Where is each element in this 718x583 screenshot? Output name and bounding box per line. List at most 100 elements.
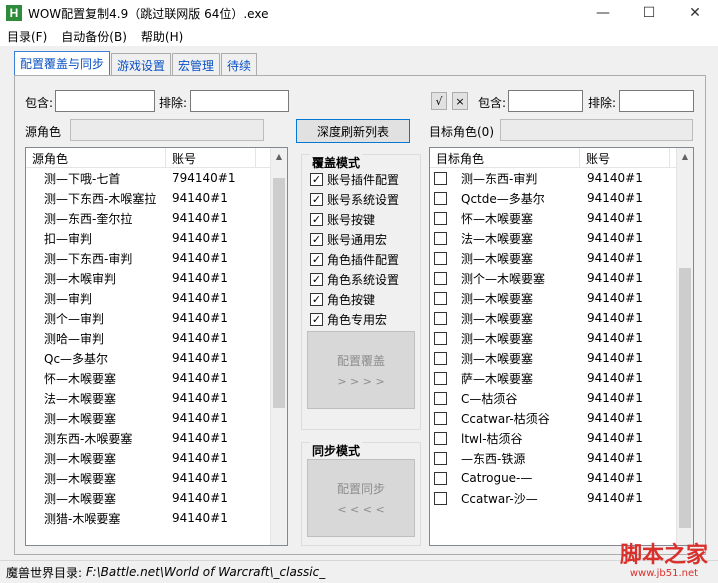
override-option[interactable]: ✓ 角色插件配置 xyxy=(310,251,399,268)
override-option[interactable]: ✓ 账号插件配置 xyxy=(310,171,399,188)
override-option[interactable]: ✓ 账号系统设置 xyxy=(310,191,399,208)
checkbox-icon[interactable]: ✓ xyxy=(310,233,323,246)
checkbox-icon[interactable]: ✓ xyxy=(310,253,323,266)
row-checkbox[interactable] xyxy=(434,271,447,285)
target-role-list[interactable]: 目标角色 账号 测—东西-审判 94140#1 Qctde—多基尔 94140#1 怀—… xyxy=(429,147,694,546)
checkbox-icon[interactable]: ✓ xyxy=(310,313,323,326)
row-checkbox[interactable] xyxy=(434,291,447,305)
table-row[interactable]: 法—木喉要塞 94140#1 xyxy=(430,228,693,248)
table-row[interactable]: Qctde—多基尔 94140#1 xyxy=(430,188,693,208)
table-row[interactable]: 法—木喉要塞 94140#1 xyxy=(26,388,287,408)
row-checkbox[interactable] xyxy=(434,251,447,265)
source-col-role[interactable]: 源角色 xyxy=(26,148,166,167)
deep-refresh-button[interactable]: 深度刷新列表 xyxy=(296,119,410,143)
checkbox-icon[interactable]: ✓ xyxy=(310,193,323,206)
scroll-thumb[interactable] xyxy=(273,178,285,408)
apply-sync-button[interactable]: 配置同步 < < < < xyxy=(307,459,415,537)
row-checkbox[interactable] xyxy=(434,451,447,465)
table-row[interactable]: Catrogue-— 94140#1 xyxy=(430,468,693,488)
row-checkbox[interactable] xyxy=(434,231,447,245)
include-input-right[interactable] xyxy=(508,90,583,112)
target-col-account[interactable]: 账号 xyxy=(580,148,670,167)
scroll-up-icon[interactable]: ▲ xyxy=(271,148,287,165)
row-checkbox[interactable] xyxy=(434,411,447,425)
maximize-icon[interactable]: ☐ xyxy=(626,0,672,26)
table-row[interactable]: 测—下哦-七首 794140#1 xyxy=(26,168,287,188)
table-row[interactable]: 测—木喉要塞 94140#1 xyxy=(26,408,287,428)
clear-all-button[interactable]: × xyxy=(452,92,468,110)
target-col-role[interactable]: 目标角色 xyxy=(430,148,580,167)
minimize-icon[interactable]: — xyxy=(580,0,626,26)
checkbox-icon[interactable]: ✓ xyxy=(310,213,323,226)
override-option[interactable]: ✓ 角色按键 xyxy=(310,291,375,308)
table-row[interactable]: 测—下东西-审判 94140#1 xyxy=(26,248,287,268)
table-row[interactable]: 测猎-木喉要塞 94140#1 xyxy=(26,508,287,528)
row-checkbox[interactable] xyxy=(434,191,447,205)
table-row[interactable]: 测—审判 94140#1 xyxy=(26,288,287,308)
table-row[interactable]: 怀—木喉要塞 94140#1 xyxy=(26,368,287,388)
table-row[interactable]: 怀—木喉要塞 94140#1 xyxy=(430,208,693,228)
row-checkbox[interactable] xyxy=(434,371,447,385)
override-option[interactable]: ✓ 账号通用宏 xyxy=(310,231,387,248)
row-checkbox[interactable] xyxy=(434,211,447,225)
checkbox-icon[interactable]: ✓ xyxy=(310,173,323,186)
table-row[interactable]: 测东西-木喉要塞 94140#1 xyxy=(26,428,287,448)
table-row[interactable]: Ccatwar-枯须谷 94140#1 xyxy=(430,408,693,428)
tab-to-be-continued[interactable]: 待续 xyxy=(221,53,258,75)
target-list-scrollbar[interactable]: ▲ xyxy=(676,148,693,545)
table-row[interactable]: 测—木喉要塞 94140#1 xyxy=(430,328,693,348)
tab-override-sync[interactable]: 配置覆盖与同步 xyxy=(14,51,111,75)
source-role-list[interactable]: 源角色 账号 测—下哦-七首 794140#1 测—下东西-木喉塞拉 94140#1 测… xyxy=(25,147,288,546)
row-checkbox[interactable] xyxy=(434,171,447,185)
table-row[interactable]: 测—下东西-木喉塞拉 94140#1 xyxy=(26,188,287,208)
table-row[interactable]: ltwl-枯须谷 94140#1 xyxy=(430,428,693,448)
menu-help[interactable]: 帮助(H) xyxy=(134,28,190,45)
tab-macro-management[interactable]: 宏管理 xyxy=(172,53,221,75)
table-row[interactable]: 测—木喉要塞 94140#1 xyxy=(26,468,287,488)
exclude-input-left[interactable] xyxy=(190,90,289,112)
table-row[interactable]: 扣—审判 94140#1 xyxy=(26,228,287,248)
checkbox-icon[interactable]: ✓ xyxy=(310,273,323,286)
scroll-up-icon[interactable]: ▲ xyxy=(677,148,693,165)
override-option[interactable]: ✓ 角色专用宏 xyxy=(310,311,387,328)
table-row[interactable]: 测个—木喉要塞 94140#1 xyxy=(430,268,693,288)
tab-game-settings[interactable]: 游戏设置 xyxy=(111,53,172,75)
scroll-thumb[interactable] xyxy=(679,268,691,528)
table-row[interactable]: 测—木喉要塞 94140#1 xyxy=(26,488,287,508)
table-row[interactable]: 测—木喉审判 94140#1 xyxy=(26,268,287,288)
close-icon[interactable]: ✕ xyxy=(672,0,718,26)
table-row[interactable]: 测—木喉要塞 94140#1 xyxy=(430,288,693,308)
row-checkbox[interactable] xyxy=(434,351,447,365)
table-row[interactable]: Ccatwar-沙— 94140#1 xyxy=(430,488,693,508)
source-col-account[interactable]: 账号 xyxy=(166,148,256,167)
exclude-input-right[interactable] xyxy=(619,90,694,112)
checkbox-icon[interactable]: ✓ xyxy=(310,293,323,306)
apply-override-button[interactable]: 配置覆盖 > > > > xyxy=(307,331,415,409)
table-row[interactable]: 测个—审判 94140#1 xyxy=(26,308,287,328)
row-checkbox[interactable] xyxy=(434,331,447,345)
override-option-label: 角色专用宏 xyxy=(327,313,388,327)
table-row[interactable]: C—枯须谷 94140#1 xyxy=(430,388,693,408)
row-checkbox[interactable] xyxy=(434,391,447,405)
table-row[interactable]: 测—木喉要塞 94140#1 xyxy=(430,248,693,268)
include-input-left[interactable] xyxy=(55,90,155,112)
table-row[interactable]: 测—东西-审判 94140#1 xyxy=(430,168,693,188)
table-row[interactable]: 测哈—审判 94140#1 xyxy=(26,328,287,348)
table-row[interactable]: 测—木喉要塞 94140#1 xyxy=(26,448,287,468)
check-all-button[interactable]: √ xyxy=(431,92,447,110)
source-list-scrollbar[interactable]: ▲ xyxy=(270,148,287,545)
override-option[interactable]: ✓ 角色系统设置 xyxy=(310,271,399,288)
table-row[interactable]: 萨—木喉要塞 94140#1 xyxy=(430,368,693,388)
menu-auto-backup[interactable]: 自动备份(B) xyxy=(54,28,134,45)
menu-directory[interactable]: 目录(F) xyxy=(0,28,54,45)
row-checkbox[interactable] xyxy=(434,471,447,485)
row-checkbox[interactable] xyxy=(434,431,447,445)
table-row[interactable]: Qc—多基尔 94140#1 xyxy=(26,348,287,368)
table-row[interactable]: 测—木喉要塞 94140#1 xyxy=(430,308,693,328)
table-row[interactable]: 测—东西-奎尔拉 94140#1 xyxy=(26,208,287,228)
row-checkbox[interactable] xyxy=(434,311,447,325)
override-option[interactable]: ✓ 账号按键 xyxy=(310,211,375,228)
row-checkbox[interactable] xyxy=(434,491,447,505)
table-row[interactable]: —东西-铁源 94140#1 xyxy=(430,448,693,468)
table-row[interactable]: 测—木喉要塞 94140#1 xyxy=(430,348,693,368)
